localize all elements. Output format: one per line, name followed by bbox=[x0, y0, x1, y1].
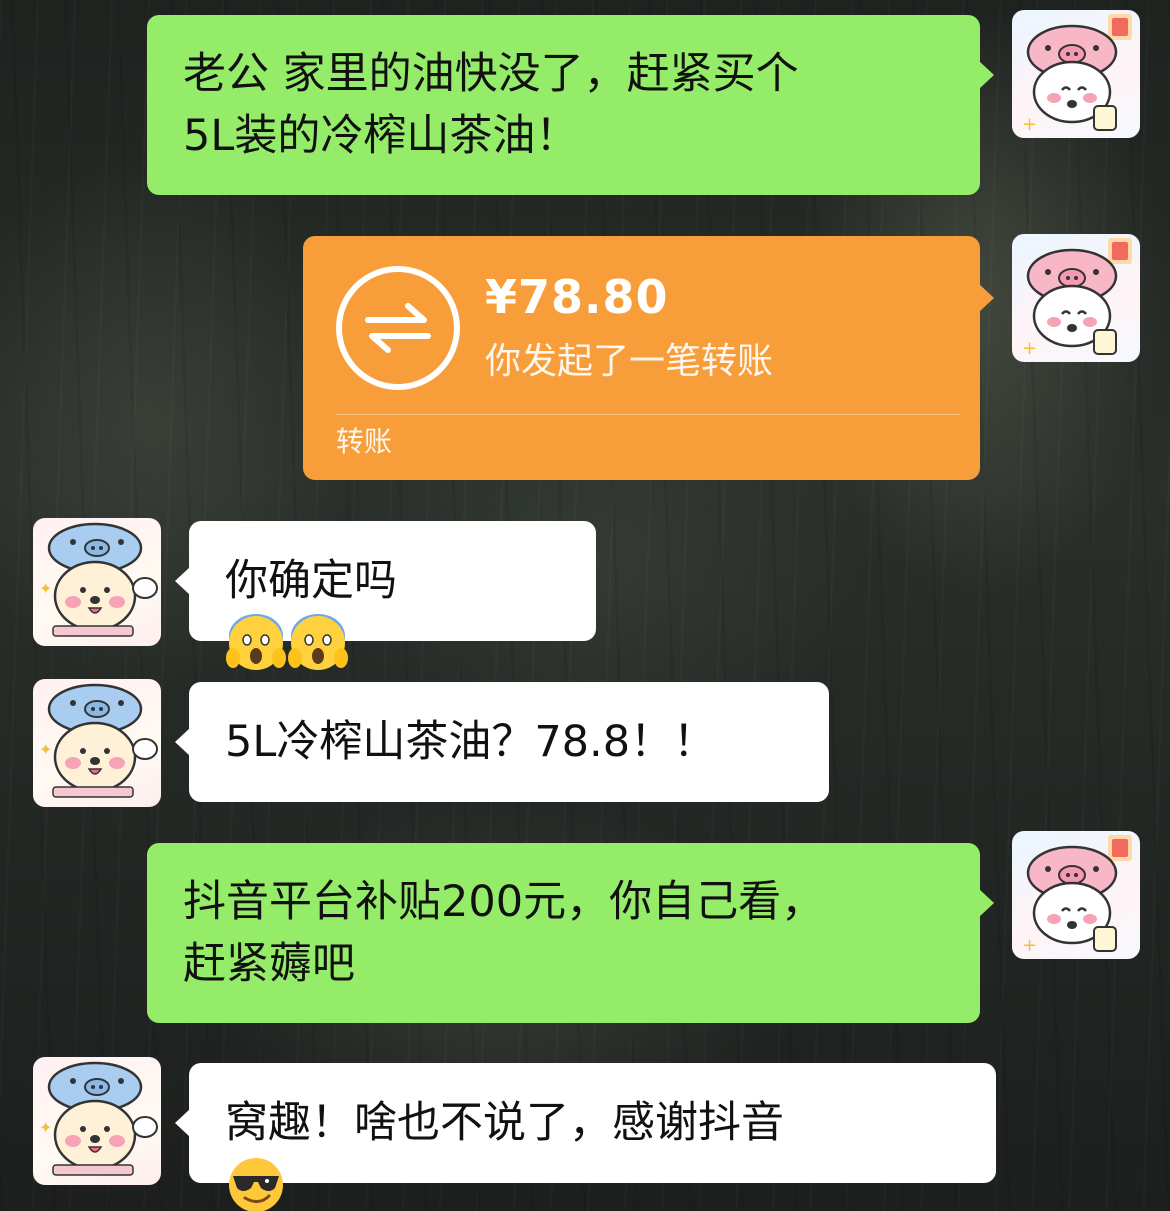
blue-pig-hat-puppy-avatar-icon: ✦ bbox=[39, 1061, 158, 1176]
transfer-description: 你发起了一笔转账 bbox=[485, 341, 774, 382]
message-text: 老公 家里的油快没了，赶紧买个 5L装的冷榨山茶油！ bbox=[183, 49, 799, 161]
svg-text:✦: ✦ bbox=[39, 740, 52, 759]
blue-pig-hat-puppy-avatar-icon: ✦ bbox=[39, 522, 158, 637]
message-text: 窝趣！啥也不说了，感谢抖音 bbox=[225, 1098, 784, 1148]
received-message-bubble[interactable]: 你确定吗 bbox=[175, 521, 596, 670]
contact-avatar[interactable]: ✦ bbox=[33, 518, 161, 646]
svg-text:✦: ✦ bbox=[39, 1118, 52, 1137]
svg-text:✦: ✦ bbox=[39, 579, 52, 598]
self-avatar[interactable]: + bbox=[1012, 831, 1140, 959]
contact-avatar[interactable]: ✦ bbox=[33, 679, 161, 807]
sent-message-bubble[interactable]: 抖音平台补贴200元，你自己看， 赶紧薅吧 bbox=[147, 843, 994, 1023]
message-text: 你确定吗 bbox=[225, 556, 397, 606]
pig-hat-puppy-avatar-icon: + bbox=[1022, 835, 1132, 956]
received-message-bubble[interactable]: 窝趣！啥也不说了，感谢抖音 bbox=[175, 1063, 996, 1211]
sent-message-bubble[interactable]: 老公 家里的油快没了，赶紧买个 5L装的冷榨山茶油！ bbox=[147, 15, 994, 195]
transfer-icon bbox=[336, 266, 460, 390]
transfer-divider bbox=[336, 414, 960, 415]
self-avatar[interactable]: + bbox=[1012, 10, 1140, 138]
scream-emoji-icon bbox=[287, 612, 349, 674]
blue-pig-hat-puppy-avatar-icon: ✦ bbox=[39, 683, 158, 798]
svg-text:+: + bbox=[1022, 338, 1037, 359]
message-text: 5L冷榨山茶油？78.8！！ bbox=[225, 717, 717, 767]
message-text: 抖音平台补贴200元，你自己看， 赶紧薅吧 bbox=[183, 877, 825, 989]
transfer-card[interactable]: ¥78.80 你发起了一笔转账 转账 bbox=[303, 236, 994, 480]
svg-text:+: + bbox=[1022, 114, 1037, 135]
contact-avatar[interactable]: ✦ bbox=[33, 1057, 161, 1185]
pig-hat-puppy-avatar-icon: + bbox=[1022, 14, 1132, 135]
self-avatar[interactable]: + bbox=[1012, 234, 1140, 362]
transfer-label: 转账 bbox=[336, 425, 393, 458]
scream-emoji-icon bbox=[225, 612, 287, 674]
sunglasses-emoji-icon bbox=[225, 1154, 287, 1211]
svg-text:+: + bbox=[1022, 935, 1037, 956]
pig-hat-puppy-avatar-icon: + bbox=[1022, 238, 1132, 359]
transfer-amount: ¥78.80 bbox=[485, 270, 669, 324]
received-message-bubble[interactable]: 5L冷榨山茶油？78.8！！ bbox=[175, 682, 829, 802]
